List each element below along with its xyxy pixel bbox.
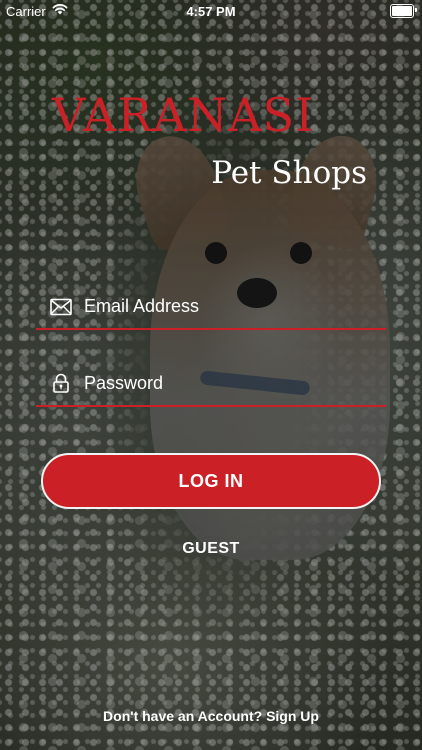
brand-title: VARANASI [52, 88, 315, 142]
lock-icon [53, 373, 69, 393]
envelope-icon [50, 298, 72, 316]
brand-subtitle: Pet Shops [211, 155, 367, 191]
email-field[interactable]: Email Address [36, 284, 386, 330]
password-placeholder: Password [84, 373, 164, 393]
email-placeholder: Email Address [84, 296, 200, 316]
clock: 4:57 PM [186, 4, 236, 19]
battery-icon [390, 4, 417, 18]
guest-button[interactable]: GUEST [0, 540, 422, 558]
login-button-label: LOG IN [178, 470, 244, 491]
status-bar: Carrier 4:57 PM [0, 0, 422, 22]
password-field[interactable]: Password [36, 361, 386, 407]
email-underline [36, 328, 386, 330]
password-underline [36, 405, 386, 407]
signup-link[interactable]: Don't have an Account? Sign Up [0, 708, 422, 724]
login-button[interactable]: LOG IN [41, 453, 381, 509]
